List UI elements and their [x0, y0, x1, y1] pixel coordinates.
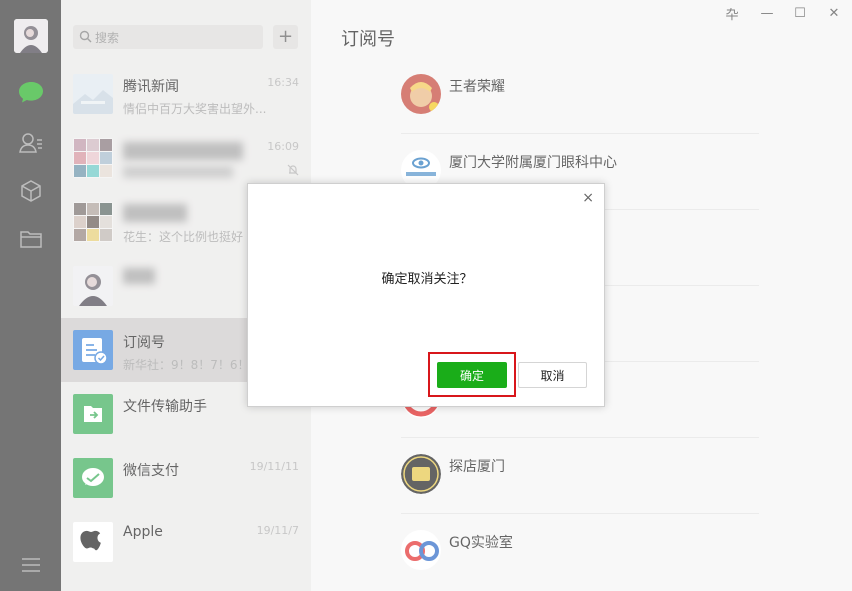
cancel-button[interactable]: 取消 — [518, 362, 587, 388]
confirm-button-highlight — [428, 352, 516, 397]
dialog-message: 确定取消关注？ — [381, 272, 473, 287]
dialog-close-button[interactable]: × — [582, 190, 594, 206]
confirm-unfollow-dialog: × 确定取消关注？ 确定 取消 — [247, 183, 605, 407]
